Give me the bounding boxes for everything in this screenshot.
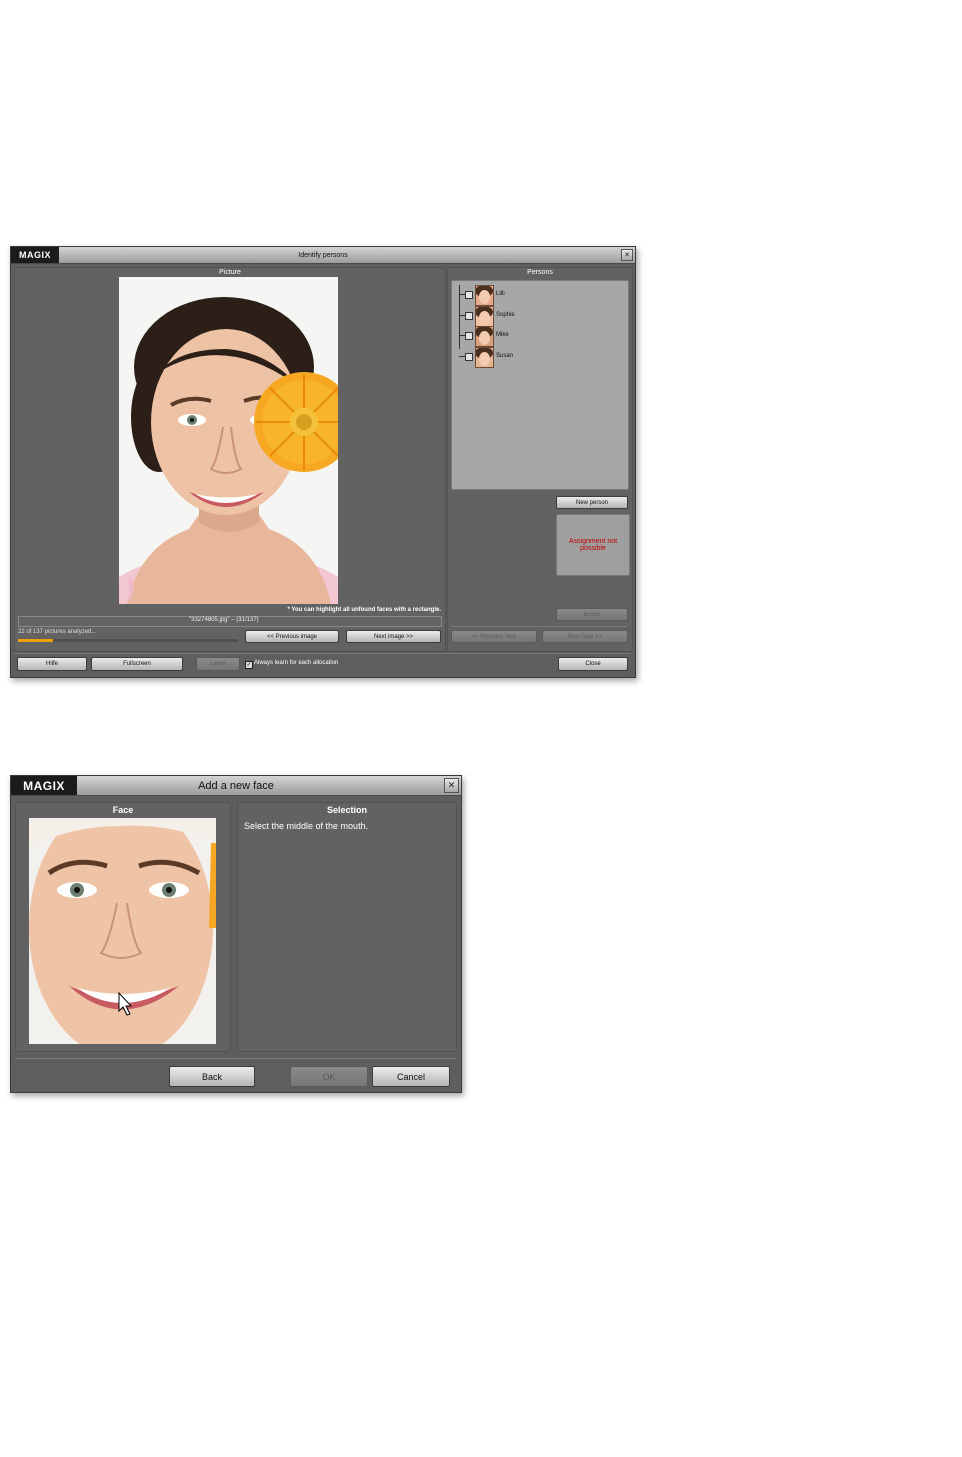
learn-button[interactable]: Learn: [196, 657, 240, 671]
persons-tree: Lilli Sophie Mike Susan: [451, 280, 629, 490]
persons-divider: [451, 626, 627, 627]
identify-persons-window: MAGIX Identify persons ✕ Picture * You c…: [10, 246, 636, 678]
person-name: Mike: [496, 332, 509, 338]
next-image-button[interactable]: Next image >>: [346, 630, 441, 643]
window-title: Identify persons: [298, 251, 348, 259]
person-name: Sophie: [496, 311, 515, 318]
selection-panel: Selection Select the middle of the mouth…: [237, 802, 457, 1052]
person-node[interactable]: Lilli: [452, 285, 622, 306]
assignment-status-text: Assignment not possible: [568, 538, 618, 552]
help-button[interactable]: Hilfe: [17, 657, 87, 671]
analysis-progress-bar: [18, 639, 238, 642]
picture-header: Picture: [219, 269, 241, 276]
analysis-status: 22 of 137 pictures analyzed...: [18, 629, 97, 635]
persons-header: Persons: [527, 269, 553, 276]
selection-instruction: Select the middle of the mouth.: [244, 821, 369, 831]
window-title: Add a new face: [198, 779, 274, 792]
persons-panel: Persons Lilli Sophie Mike Susan New person …: [447, 267, 633, 652]
selection-header: Selection: [326, 805, 367, 815]
always-learn-checkbox[interactable]: ✓: [245, 661, 253, 669]
add-face-window: MAGIX Add a new face ✕ Face Selection Se…: [10, 775, 462, 1093]
ok-button[interactable]: OK: [290, 1066, 368, 1087]
face-panel: Face: [15, 802, 231, 1052]
always-learn-label: Always learn for each allocation: [254, 660, 339, 666]
person-thumbnail: [475, 305, 494, 327]
bottom-divider: [15, 1058, 456, 1059]
person-thumbnail: [475, 285, 494, 306]
person-thumbnail: [475, 326, 494, 347]
new-person-button[interactable]: New person: [556, 496, 628, 509]
person-thumbnail: [475, 346, 494, 368]
person-checkbox[interactable]: [465, 352, 473, 361]
highlight-hint: * You can highlight all unfound faces wi…: [287, 607, 441, 613]
back-button[interactable]: Back: [169, 1066, 255, 1087]
analysis-progress-fill: [18, 639, 54, 642]
person-node[interactable]: Sophie: [452, 305, 622, 327]
bottom-divider: [14, 653, 630, 654]
cancel-button[interactable]: Cancel: [372, 1066, 450, 1087]
title-bar: MAGIX Add a new face ✕: [11, 776, 461, 796]
close-icon[interactable]: ✕: [444, 778, 459, 793]
face-header: Face: [112, 805, 134, 815]
title-bar: MAGIX Identify persons ✕: [11, 247, 635, 264]
face-closeup-photo[interactable]: [29, 818, 216, 1044]
previous-face-button[interactable]: << Previous face: [451, 630, 537, 643]
portrait-photo[interactable]: [119, 277, 338, 604]
person-node[interactable]: Susan: [452, 346, 622, 368]
person-checkbox[interactable]: [465, 332, 473, 340]
person-name: Susan: [496, 352, 514, 359]
face-closeup-image: [29, 818, 216, 1044]
next-face-button[interactable]: Next face >>: [542, 630, 628, 643]
picture-panel: Picture * You can highlight all unfound …: [14, 267, 446, 652]
close-button[interactable]: Close: [558, 657, 628, 671]
fullscreen-button[interactable]: Fullscreen: [91, 657, 183, 671]
filename-field: "33274805.jpg" – (31/137): [18, 616, 442, 627]
ignore-button[interactable]: Ignore: [556, 608, 628, 621]
assignment-status-box: Assignment not possible: [556, 514, 630, 576]
person-name: Lilli: [496, 291, 505, 297]
woman-with-flower-image: [119, 277, 338, 604]
person-checkbox[interactable]: [465, 311, 473, 320]
close-icon[interactable]: ✕: [621, 249, 633, 261]
person-checkbox[interactable]: [465, 291, 473, 299]
filename-text: "33274805.jpg" – (31/137): [189, 617, 259, 623]
previous-image-button[interactable]: << Previous image: [245, 630, 339, 643]
person-node[interactable]: Mike: [452, 326, 622, 347]
